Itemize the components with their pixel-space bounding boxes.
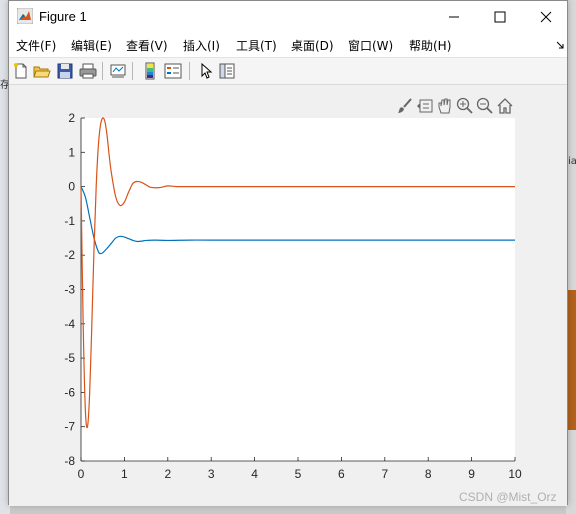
x-tick-label: 10: [508, 467, 522, 481]
menu-window[interactable]: 窗口(W): [348, 37, 393, 54]
open-file-icon[interactable]: [33, 62, 51, 80]
x-tick-label: 2: [164, 467, 171, 481]
property-editor-icon[interactable]: [218, 62, 236, 80]
watermark: CSDN @Mist_Orz: [459, 490, 557, 504]
x-tick-label: 9: [468, 467, 475, 481]
x-tick-label: 3: [208, 467, 215, 481]
title-bar: Figure 1: [9, 1, 567, 33]
y-tick-label: -3: [64, 283, 75, 297]
y-tick-label: -2: [64, 248, 75, 262]
menu-insert[interactable]: 插入(I): [183, 37, 220, 54]
toolbar-separator: [102, 62, 103, 80]
y-tick-label: -4: [64, 317, 75, 331]
toolbar-separator: [132, 62, 133, 80]
y-tick-label: -1: [64, 214, 75, 228]
background-window-text: ia: [568, 156, 576, 167]
x-tick-label: 8: [425, 467, 432, 481]
y-tick-label: -7: [64, 420, 75, 434]
close-icon: [540, 11, 552, 23]
menu-tools[interactable]: 工具(T): [236, 37, 277, 54]
y-tick-label: -8: [64, 454, 75, 468]
menu-view[interactable]: 查看(V): [126, 37, 168, 54]
edit-plot-icon[interactable]: [197, 62, 215, 80]
x-tick-label: 1: [121, 467, 128, 481]
link-plot-icon[interactable]: [109, 62, 127, 80]
y-tick-label: 2: [68, 111, 75, 125]
y-tick-label: 0: [68, 180, 75, 194]
matlab-logo-icon: [17, 8, 33, 24]
x-tick-label: 6: [338, 467, 345, 481]
menu-desktop[interactable]: 桌面(D): [291, 37, 334, 54]
menu-bar: 文件(F) 编辑(E) 查看(V) 插入(I) 工具(T) 桌面(D) 窗口(W…: [9, 33, 567, 58]
x-tick-label: 7: [381, 467, 388, 481]
toolbar-separator: [189, 62, 190, 80]
dock-arrow-icon[interactable]: [556, 41, 564, 49]
save-icon[interactable]: [56, 62, 74, 80]
legend-icon[interactable]: [164, 62, 182, 80]
y-tick-label: -5: [64, 351, 75, 365]
menu-help[interactable]: 帮助(H): [409, 37, 451, 54]
figure-window: Figure 1 文件(F) 编辑(E) 查看(V) 插入(I) 工具(T) 桌…: [8, 0, 568, 506]
menu-file[interactable]: 文件(F): [16, 37, 56, 54]
menu-edit[interactable]: 编辑(E): [71, 37, 112, 54]
line-chart[interactable]: 0 1 2 3 4 5 6 7 8 9 10210-1-2-3-4-5-6-7-8: [9, 85, 567, 505]
maximize-button[interactable]: [477, 1, 523, 33]
plot-area: [81, 118, 515, 461]
x-tick-label: 0: [78, 467, 85, 481]
window-title: Figure 1: [39, 9, 87, 24]
print-icon[interactable]: [79, 62, 97, 80]
colorbar-icon[interactable]: [141, 62, 159, 80]
new-figure-icon[interactable]: [12, 62, 30, 80]
close-button[interactable]: [523, 1, 569, 33]
y-tick-label: 1: [68, 145, 75, 159]
maximize-icon: [494, 11, 506, 23]
minimize-button[interactable]: [431, 1, 477, 33]
figure-canvas: 0 1 2 3 4 5 6 7 8 9 10 2 1 0 -1 -2 -3 -4 -5 -6 -7 -8: [9, 85, 567, 506]
minimize-icon: [449, 16, 459, 18]
desktop-background-app: [568, 290, 576, 430]
x-tick-label: 4: [251, 467, 258, 481]
y-tick-label: -6: [64, 385, 75, 399]
x-tick-label: 5: [295, 467, 302, 481]
figure-toolbar: [9, 58, 567, 85]
